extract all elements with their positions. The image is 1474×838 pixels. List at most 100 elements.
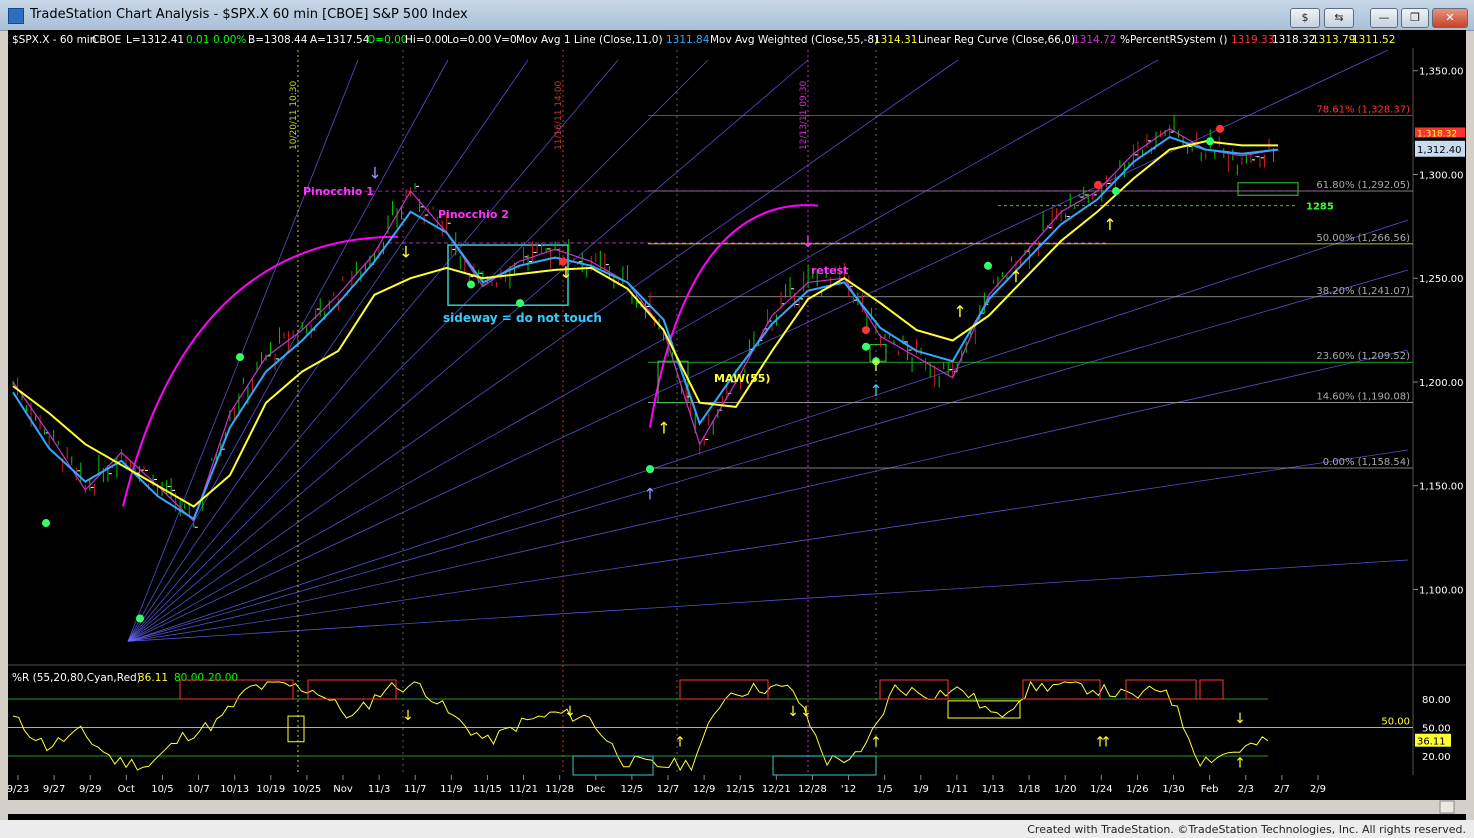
osc-down-arrow-icon: ↓ [1234, 711, 1246, 727]
percentr-dot [795, 304, 799, 306]
down-arrow-icon: ↓ [368, 164, 381, 183]
x-tick-label: 10/25 [292, 784, 321, 795]
percentr-dot [547, 248, 551, 250]
maximize-button[interactable]: ❐ [1401, 8, 1429, 28]
osc-down-arrow-icon: ↓ [787, 704, 799, 720]
up-arrow-icon: ↑ [869, 381, 882, 400]
price-marker-label: 1,318.32 [1417, 129, 1457, 139]
annotation-pinocchio-2: Pinocchio 2 [438, 208, 509, 221]
legend-ind1-value: 1311.84 [666, 34, 710, 46]
arc-curve [122, 235, 399, 507]
signal-dot [984, 261, 992, 270]
osc-y-tick-label: 50.00 [1422, 724, 1451, 735]
up-arrow-icon: ↑ [643, 485, 656, 504]
fan-line [127, 449, 1409, 642]
fan-line [127, 59, 959, 642]
percentr-dot [416, 185, 420, 187]
legend-exchange: CBOE [92, 34, 121, 46]
legend-change: 0.01 [186, 34, 209, 46]
percentr-dot [1084, 194, 1088, 196]
x-tick-label: 11/28 [545, 784, 574, 795]
x-tick-label: 2/3 [1238, 784, 1254, 795]
overbought-box [1199, 679, 1224, 700]
x-tick-label: 12/15 [726, 784, 755, 795]
signal-dot [1216, 124, 1224, 133]
signal-dot [516, 299, 524, 308]
down-arrow-icon: ↓ [559, 263, 572, 282]
osc-y-tick-label: 80.00 [1422, 695, 1451, 706]
percentr-dot [1256, 156, 1260, 158]
fib-label: 50.00% (1,266.56) [1316, 233, 1410, 244]
signal-dot [1206, 137, 1214, 146]
x-tick-label: 1/18 [1018, 784, 1040, 795]
level-1285-label: 1285 [1306, 202, 1334, 213]
annotation-maw55: MAW(55) [714, 372, 770, 385]
osc-y-tick-label: 20.00 [1422, 752, 1451, 763]
percentr-dot [1093, 194, 1097, 196]
x-tick-label: 11/9 [440, 784, 462, 795]
symbol-link-button[interactable]: $ [1290, 8, 1320, 28]
percentr-dot [605, 264, 609, 266]
legend-ind1: Mov Avg 1 Line (Close,11,0) [516, 34, 663, 46]
x-tick-label: Dec [586, 784, 605, 795]
oversold-box [572, 755, 654, 776]
overbought-box [1125, 679, 1197, 700]
percentr-dot [949, 369, 953, 371]
horizontal-scrollbar[interactable] [8, 800, 1466, 814]
signal-dot [236, 353, 244, 362]
price-chart-svg[interactable]: $SPX.X - 60 min CBOE L=1312.41 0.01 0.00… [7, 30, 1466, 820]
x-tick-label: 9/29 [79, 784, 101, 795]
up-arrow-icon: ↑ [657, 418, 670, 437]
y-tick-label: 1,150.00 [1419, 482, 1464, 493]
osc-mid-label: 50.00 [1381, 717, 1410, 728]
x-tick-label: Feb [1201, 784, 1219, 795]
link-button[interactable]: ⇆ [1324, 8, 1354, 28]
fan-line [127, 59, 619, 642]
fib-label: 38.20% (1,241.07) [1316, 286, 1410, 297]
arc-curve [649, 204, 819, 428]
scroll-right-button[interactable] [1439, 800, 1455, 814]
percentr-dot [90, 486, 94, 488]
overbought-box [679, 679, 769, 700]
minimize-button[interactable]: — [1370, 8, 1398, 28]
x-tick-label: 1/13 [982, 784, 1004, 795]
box-marker [1237, 182, 1299, 196]
legend-bid: B=1308.44 [248, 34, 308, 46]
legend-ind2-value: 1314.31 [874, 34, 917, 46]
close-button[interactable]: ✕ [1432, 8, 1468, 28]
percentr-dot [420, 206, 424, 208]
app-icon [8, 8, 24, 24]
vertical-date-label: 11/16/11 14:00 [554, 81, 564, 150]
oscillator-value: 36.11 [138, 672, 168, 684]
x-tick-label: '12 [841, 784, 856, 795]
percentr-dot [1107, 182, 1111, 184]
x-tick-label: 12/28 [798, 784, 827, 795]
percentr-dot [908, 349, 912, 351]
x-tick-label: 12/21 [762, 784, 791, 795]
percentr-dot [533, 251, 537, 253]
fan-line [127, 219, 1409, 642]
x-tick-label: 1/30 [1162, 784, 1184, 795]
x-tick-label: 1/26 [1126, 784, 1148, 795]
y-tick-label: 1,350.00 [1419, 67, 1464, 78]
oscillator-title: %R (55,20,80,Cyan,Red) [12, 672, 141, 684]
fib-label: 61.80% (1,292.05) [1316, 180, 1410, 191]
x-tick-label: 12/9 [693, 784, 715, 795]
signal-dot [467, 280, 475, 289]
x-tick-label: 1/11 [946, 784, 968, 795]
y-tick-label: 1,250.00 [1419, 274, 1464, 285]
x-tick-label: 1/20 [1054, 784, 1076, 795]
annotation-retest: retest [811, 264, 848, 277]
percentr-dot [524, 256, 528, 258]
percentr-dot [452, 248, 456, 250]
percentr-dot [1134, 154, 1138, 156]
signal-dot [862, 342, 870, 351]
percentr-dot [1170, 131, 1174, 133]
x-tick-label: 1/5 [877, 784, 893, 795]
percentr-dot [316, 308, 320, 310]
chart-area[interactable]: $SPX.X - 60 min CBOE L=1312.41 0.01 0.00… [7, 30, 1466, 820]
x-tick-label: 2/9 [1310, 784, 1326, 795]
percentr-dot [1066, 216, 1070, 218]
legend-ind4-value2: 1318.32 [1272, 34, 1315, 46]
fib-label: 0.00% (1,158.54) [1323, 457, 1410, 468]
